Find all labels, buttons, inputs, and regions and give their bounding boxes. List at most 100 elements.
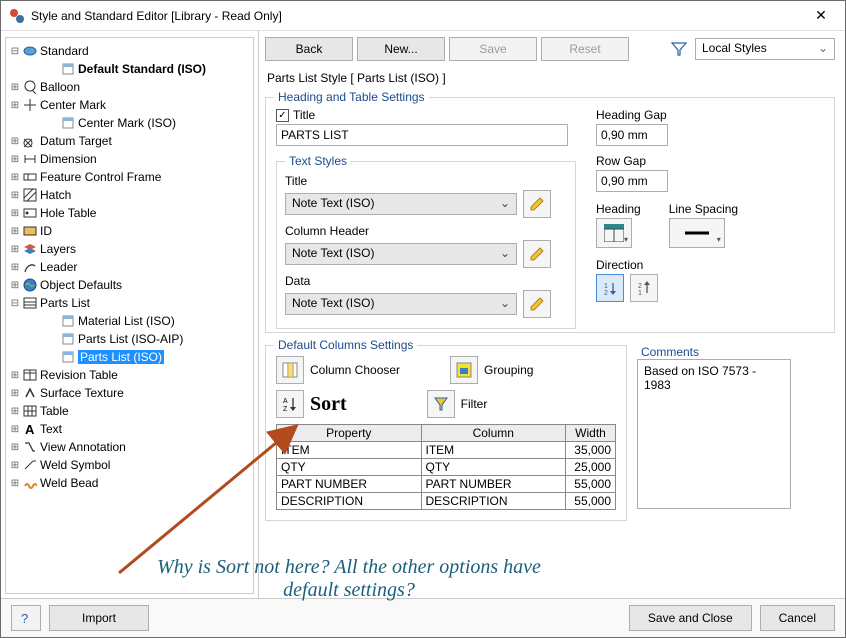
tree-item[interactable]: Material List (ISO) (8, 312, 251, 330)
back-button[interactable]: Back (265, 37, 353, 61)
tree-item[interactable]: ⊞Object Defaults (8, 276, 251, 294)
tree-item[interactable]: ⊞AText (8, 420, 251, 438)
tree-item[interactable]: ⊞View Annotation (8, 438, 251, 456)
filter-funnel-icon[interactable] (667, 37, 691, 61)
grouping-button[interactable] (450, 356, 478, 384)
tree-item[interactable]: ⊞ Revision Table (8, 366, 251, 384)
tree-label: Center Mark (40, 98, 106, 112)
reset-button[interactable]: Reset (541, 37, 629, 61)
direction-down-button[interactable]: 12 (596, 274, 624, 302)
filter-label: Filter (461, 397, 488, 411)
save-button[interactable]: Save (449, 37, 537, 61)
tree-item[interactable]: ⊞Leader (8, 258, 251, 276)
help-button[interactable]: ? (11, 605, 41, 631)
new-button[interactable]: New... (357, 37, 445, 61)
edit-colhead-style-button[interactable] (523, 240, 551, 268)
styles-scope-dropdown[interactable]: Local Styles (695, 38, 835, 60)
edit-title-style-button[interactable] (523, 190, 551, 218)
twisty-icon[interactable]: ⊞ (8, 172, 22, 183)
tree-item[interactable]: ⊞Dimension (8, 150, 251, 168)
table-row[interactable]: DESCRIPTIONDESCRIPTION55,000 (277, 493, 616, 510)
twisty-icon[interactable]: ⊞ (8, 82, 22, 93)
table-row[interactable]: PART NUMBERPART NUMBER55,000 (277, 476, 616, 493)
comments-textarea[interactable]: Based on ISO 7573 - 1983 (637, 359, 791, 509)
partslist-icon (22, 295, 38, 311)
twisty-icon[interactable]: ⊞ (8, 280, 22, 291)
tree-item[interactable]: ⊞ Hole Table (8, 204, 251, 222)
twisty-icon[interactable]: ⊞ (8, 406, 22, 417)
twisty-icon[interactable]: ⊞ (8, 478, 22, 489)
heading-gap-input[interactable] (596, 124, 668, 146)
tree-item[interactable]: ⊞Surface Texture (8, 384, 251, 402)
twisty-icon[interactable]: ⊞ (8, 424, 22, 435)
tree-item[interactable]: Parts List (ISO-AIP) (8, 330, 251, 348)
tree-item[interactable]: ⊞Layers (8, 240, 251, 258)
twisty-icon[interactable]: ⊞ (8, 100, 22, 111)
column-chooser-button[interactable] (276, 356, 304, 384)
tree-item[interactable]: ⊞ID (8, 222, 251, 240)
ts-colhead-dropdown[interactable]: Note Text (ISO) (285, 243, 517, 265)
twisty-icon[interactable]: ⊞ (8, 136, 22, 147)
tree-item[interactable]: ⊟Parts List (8, 294, 251, 312)
twisty-icon[interactable]: ⊞ (8, 442, 22, 453)
tree-item[interactable]: ⊞Balloon (8, 78, 251, 96)
tree-item[interactable]: ⊞ Center Mark (8, 96, 251, 114)
filter-button[interactable] (427, 390, 455, 418)
close-button[interactable]: ✕ (805, 7, 837, 24)
twisty-icon[interactable]: ⊞ (8, 262, 22, 273)
grouping-label: Grouping (484, 363, 533, 377)
linespacing-button[interactable]: ▾ (669, 218, 725, 248)
tree-item[interactable]: Default Standard (ISO) (8, 60, 251, 78)
direction-up-button[interactable]: 21 (630, 274, 658, 302)
tree-item[interactable]: ⊞Feature Control Frame (8, 168, 251, 186)
sort-button[interactable]: AZ (276, 390, 304, 418)
twisty-icon[interactable]: ⊞ (8, 154, 22, 165)
table-row[interactable]: ITEMITEM35,000 (277, 442, 616, 459)
default-columns-table[interactable]: Property Column Width ITEMITEM35,000QTYQ… (276, 424, 616, 510)
doc-icon (60, 331, 76, 347)
centermark-icon (22, 97, 38, 113)
tree-item[interactable]: ⊞Datum Target (8, 132, 251, 150)
twisty-icon[interactable]: ⊞ (8, 226, 22, 237)
default-columns-group: Default Columns Settings Column Chooser (265, 345, 627, 521)
ts-data-dropdown[interactable]: Note Text (ISO) (285, 293, 517, 315)
datum-icon (22, 133, 38, 149)
cancel-button[interactable]: Cancel (760, 605, 835, 631)
window-title: Style and Standard Editor [Library - Rea… (31, 9, 805, 23)
tree-item[interactable]: ⊞ Table (8, 402, 251, 420)
tree-label: Weld Symbol (40, 458, 110, 472)
ts-title-dropdown[interactable]: Note Text (ISO) (285, 193, 517, 215)
tree-item[interactable]: ⊞Hatch (8, 186, 251, 204)
twisty-icon[interactable]: ⊞ (8, 460, 22, 471)
twisty-icon[interactable]: ⊞ (8, 208, 22, 219)
tree-item[interactable]: Center Mark (ISO) (8, 114, 251, 132)
tree-label: Hole Table (40, 206, 96, 220)
tree-item[interactable]: ⊞ Weld Bead (8, 474, 251, 492)
tree-label: Weld Bead (40, 476, 98, 490)
save-and-close-button[interactable]: Save and Close (629, 605, 752, 631)
twisty-icon[interactable]: ⊞ (8, 244, 22, 255)
import-button[interactable]: Import (49, 605, 149, 631)
tree-label: Table (40, 404, 69, 418)
twisty-icon[interactable]: ⊟ (8, 46, 22, 57)
twisty-icon[interactable]: ⊟ (8, 298, 22, 309)
tree-label: Parts List (ISO) (78, 350, 164, 364)
weldbead-icon (22, 475, 38, 491)
edit-data-style-button[interactable] (523, 290, 551, 318)
title-input[interactable] (276, 124, 568, 146)
tree-item[interactable]: Parts List (ISO) (8, 348, 251, 366)
app-icon (9, 8, 25, 24)
twisty-icon[interactable]: ⊞ (8, 388, 22, 399)
title-checkbox[interactable]: ✓Title (276, 108, 576, 122)
heading-position-button[interactable]: ▾ (596, 218, 632, 248)
sort-annotation: Sort (310, 393, 347, 416)
id-icon (22, 223, 38, 239)
tree-item[interactable]: ⊟Standard (8, 42, 251, 60)
table-row[interactable]: QTYQTY25,000 (277, 459, 616, 476)
row-gap-input[interactable] (596, 170, 668, 192)
twisty-icon[interactable]: ⊞ (8, 370, 22, 381)
tree-item[interactable]: ⊞ Weld Symbol (8, 456, 251, 474)
tree-label: Revision Table (40, 368, 118, 382)
twisty-icon[interactable]: ⊞ (8, 190, 22, 201)
style-tree[interactable]: ⊟StandardDefault Standard (ISO)⊞Balloon⊞… (5, 37, 254, 594)
